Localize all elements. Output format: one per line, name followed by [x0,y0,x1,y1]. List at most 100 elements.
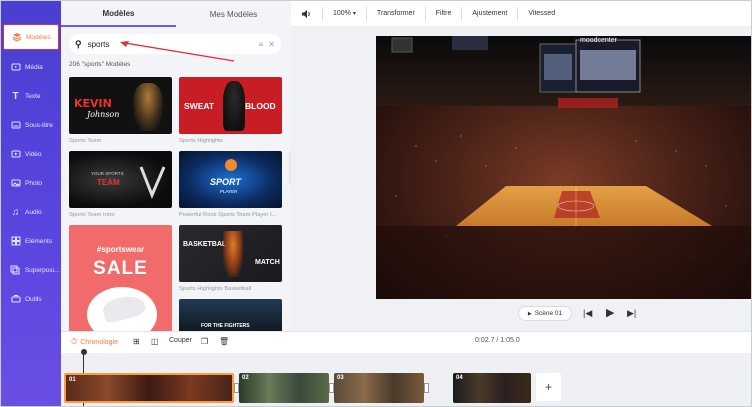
template-label: Sports Team Intro [69,212,115,218]
filter-icon[interactable]: ≡ [259,40,264,49]
nav-item-video[interactable]: Vidéo [3,141,59,167]
player-image [139,166,166,199]
layers-icon [11,32,22,43]
tab-templates[interactable]: Modèles [61,1,176,27]
preview-stage: moodcenter ▶ Scène 01 |◀ ▶ ▶| [291,27,751,331]
annotation-arrow [120,41,235,62]
nav-label: Sous-titre [25,121,53,129]
clear-icon[interactable]: ✕ [268,40,275,49]
subtitle-icon [10,120,21,131]
nav-label: Outils [25,295,42,303]
template-label: Sports Team [69,138,102,144]
elements-icon [10,236,21,247]
nav-item-audio[interactable]: ♫ Audio [3,199,59,225]
prev-scene-icon[interactable]: |◀ [583,308,592,319]
nav-item-templates[interactable]: Modèles [3,24,59,50]
timeline-clip[interactable]: 02 [239,373,329,403]
tab-my-templates[interactable]: Mes Modèles [176,1,291,27]
audio-icon: ♫ [11,206,20,218]
photo-icon [10,178,21,189]
nav-item-subtitle[interactable]: Sous-titre [3,112,59,138]
split-icon[interactable]: ◫ [151,337,159,346]
timeline-clip[interactable]: 01 [64,373,234,403]
timeline-clip[interactable]: 04 [453,373,531,403]
template-card[interactable]: SPORT PLAYER [179,151,282,208]
template-text: YOUR SPORTS [91,171,124,176]
text-icon: T [12,90,19,102]
template-text: FOR THE FIGHTERS [201,323,250,329]
nav-label: Média [25,63,43,71]
duplicate-icon[interactable]: ❐ [201,337,208,346]
timeline-clip[interactable]: 03 [334,373,424,403]
arena-sign: moodcenter [580,37,618,44]
clip-number: 01 [69,377,76,383]
left-nav: Modèles Média T Texte Sous-titre Vidéo P… [1,1,61,406]
player-image [223,81,245,131]
nav-label: Superposi... [24,266,59,274]
template-label: Sports Highlights [179,138,223,144]
player-image [133,83,163,131]
media-icon [10,62,21,73]
template-text: SPORT [210,177,241,187]
scene-button[interactable]: ▶ Scène 01 [518,306,572,321]
logo-icon [225,159,237,171]
template-text: Johnson [87,110,120,119]
zoom-select[interactable]: 100% ▾ [323,6,367,21]
zoom-value: 100% [333,10,351,17]
template-text: SWEAT [184,101,215,111]
next-scene-icon[interactable]: ▶| [627,308,636,319]
templates-panel: Modèles Mes Modèles ⚲ sports ≡ ✕ 206 "sp… [61,1,291,333]
template-card[interactable]: SWEAT BLOOD [179,77,282,134]
nav-label: Texte [25,92,41,100]
search-icon: ⚲ [75,38,82,49]
nav-item-photo[interactable]: Photo [3,170,59,196]
play-circle-icon: ▶ [527,310,532,317]
template-card[interactable]: YOUR SPORTS TEAM [69,151,172,208]
speed-button[interactable]: Vitessed [518,7,565,21]
nav-label: Photo [25,179,42,187]
nav-label: Audio [25,208,42,216]
template-text: PLAYER [220,189,238,194]
video-preview[interactable]: moodcenter [376,36,751,299]
nav-label: Vidéo [25,150,42,158]
player-image [223,231,243,277]
add-scene-icon[interactable]: ⊞ [133,337,140,346]
cut-button[interactable]: Couper [169,337,192,344]
volume-button[interactable] [291,6,323,21]
timeline-toolbar: ⏱ Chronologie ⊞ ◫ Couper ❐ 🗑 0:02.7 / 1:… [61,331,751,353]
template-card[interactable]: KEVIN Johnson [69,77,172,134]
timeline-tab[interactable]: ⏱ Chronologie [71,337,118,347]
template-text: #sportswear [96,245,145,254]
delete-icon[interactable]: 🗑 [219,337,229,346]
timeline-icon: ⏱ [71,337,78,346]
play-icon[interactable]: ▶ [606,306,614,319]
template-text: KEVIN [74,97,112,110]
nav-item-overlay[interactable]: Superposi... [3,257,59,283]
timeline-label: Chronologie [80,338,118,346]
editor-window: Modèles Média T Texte Sous-titre Vidéo P… [0,0,752,407]
playhead-handle[interactable] [81,349,87,355]
nav-item-elements[interactable]: Eléments [3,228,59,254]
toolbar: 100% ▾ Transformer Filtre Ajustement Vite… [291,1,751,27]
nav-item-text[interactable]: T Texte [3,83,59,109]
add-clip-button[interactable]: + [536,373,561,401]
nav-item-media[interactable]: Média [3,54,59,80]
transform-button[interactable]: Transformer [367,6,426,21]
template-text: BLOOD [245,101,276,111]
overlay-icon [10,265,21,276]
volume-icon [302,9,310,18]
scene-label: Scène 01 [534,310,563,317]
filter-button[interactable]: Filtre [426,6,463,21]
timecode: 0:02.7 / 1:05.0 [475,337,520,344]
arena-image: moodcenter [376,36,751,299]
nav-item-tools[interactable]: Outils [3,286,59,312]
template-card[interactable]: BASKETBALL MATCH [179,225,282,282]
template-text: TEAM [97,178,120,187]
template-card[interactable]: #sportswear SALE [69,225,172,333]
chevron-down-icon: ▾ [352,11,356,17]
panel-tabs: Modèles Mes Modèles [61,1,291,27]
template-text: SALE [93,258,148,279]
adjust-button[interactable]: Ajustement [462,6,519,21]
transition-handle[interactable] [424,383,429,393]
template-card[interactable]: FOR THE FIGHTERS [179,299,282,333]
